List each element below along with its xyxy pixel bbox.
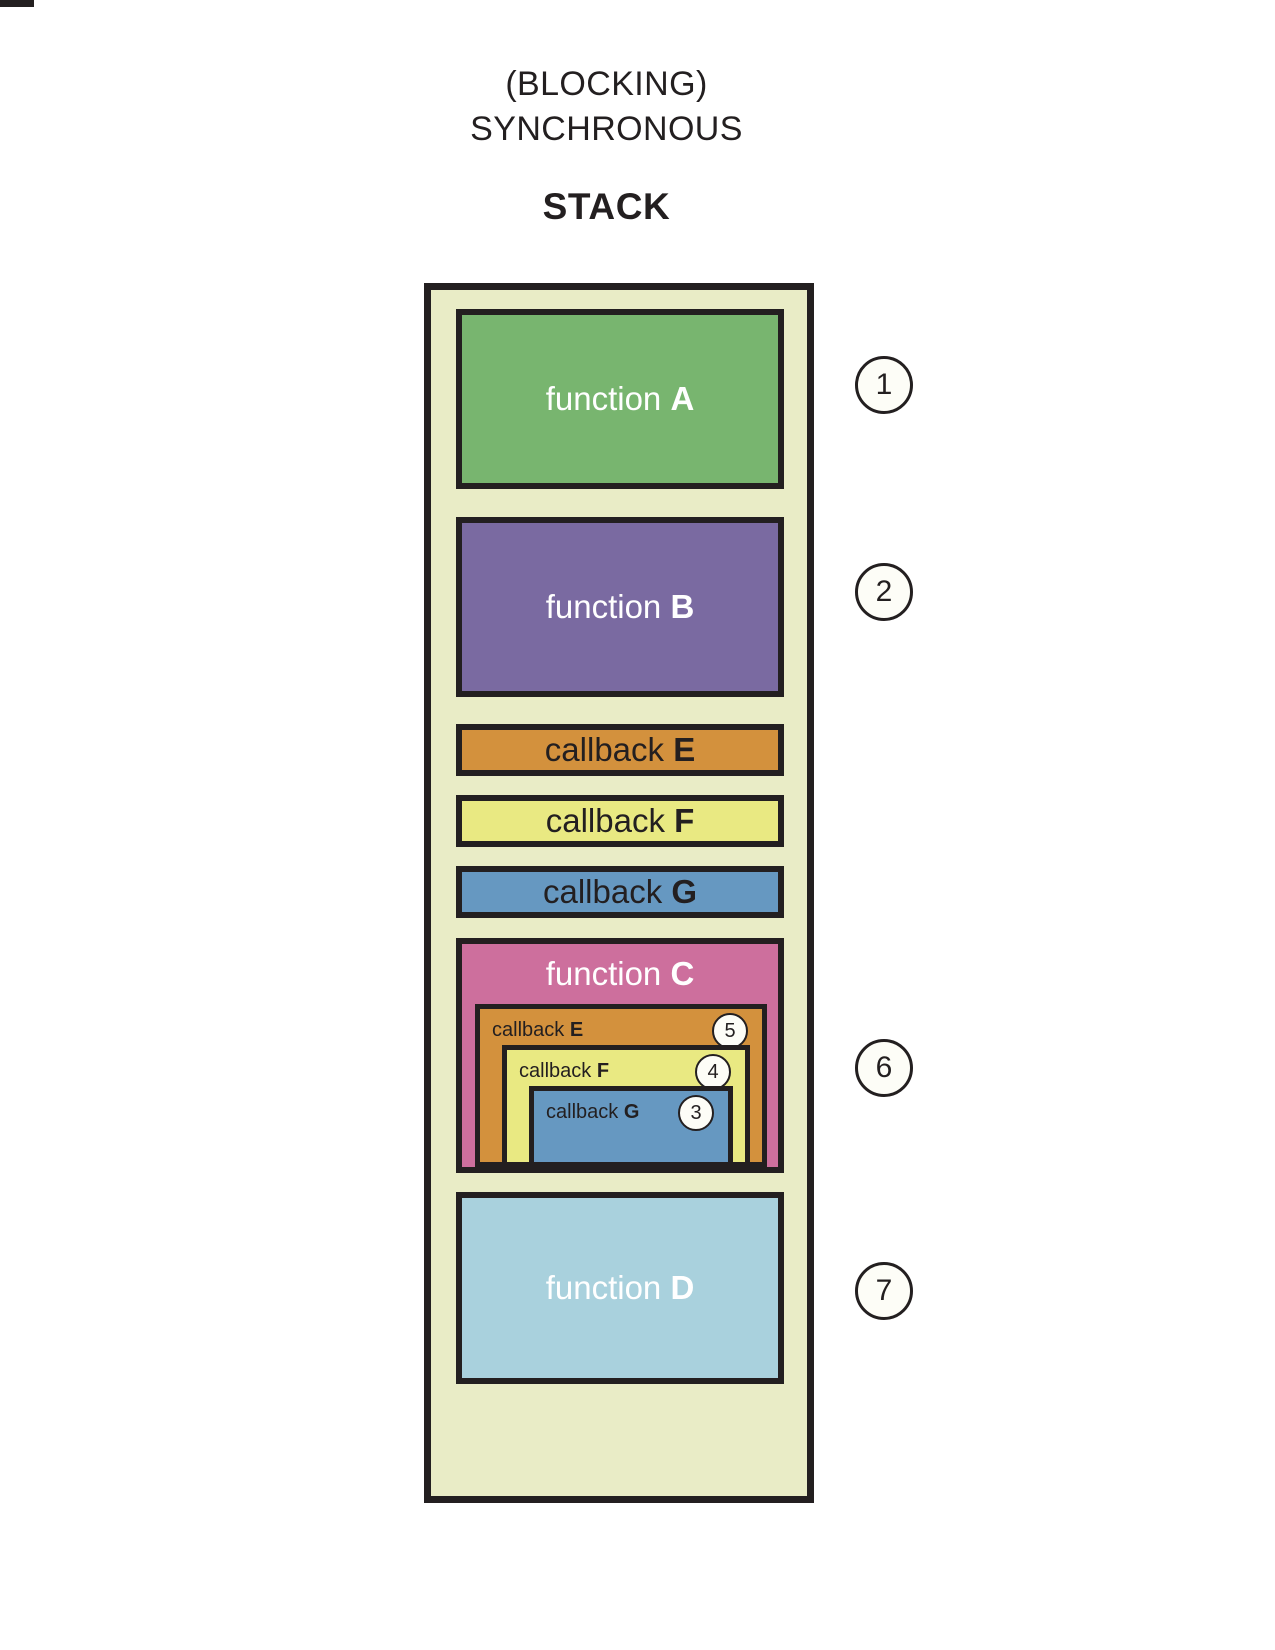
step-number-2: 2 xyxy=(855,563,913,621)
heading-line-2: SYNCHRONOUS xyxy=(470,110,743,148)
nested-callback-f[interactable]: callback F 4 callback G 3 xyxy=(502,1045,750,1167)
nested-callback-e[interactable]: callback E 5 callback F 4 callback G 3 xyxy=(475,1004,767,1167)
stack-container: function A function B callback E callbac… xyxy=(424,283,814,1503)
function-b-label: function B xyxy=(545,588,695,625)
nested-callback-g-label: callback G xyxy=(546,1101,640,1123)
stack-frame-callback-g[interactable]: callback G xyxy=(456,866,784,918)
nested-callback-g[interactable]: callback G 3 xyxy=(529,1086,733,1167)
nested-callback-e-label: callback E xyxy=(492,1019,584,1041)
stack-frame-callback-e[interactable]: callback E xyxy=(456,724,784,776)
function-c-label: function C xyxy=(545,955,695,992)
function-d-label: function D xyxy=(545,1269,695,1306)
step-number-6: 6 xyxy=(855,1039,913,1097)
page-title: STACK xyxy=(542,186,671,227)
callback-g-label: callback G xyxy=(542,873,698,910)
step-number-7: 7 xyxy=(855,1262,913,1320)
heading-line-1: (BLOCKING) xyxy=(505,65,708,103)
stack-frame-function-b[interactable]: function B xyxy=(456,517,784,697)
function-a-label: function A xyxy=(545,380,695,417)
callback-f-label: callback F xyxy=(545,802,695,839)
nested-callback-f-label: callback F xyxy=(519,1060,610,1082)
step-number-5: 5 xyxy=(712,1013,748,1049)
step-number-3: 3 xyxy=(678,1095,714,1131)
stack-frame-function-c[interactable]: function C callback E 5 callback F 4 cal… xyxy=(456,938,784,1173)
scan-artifact-mark xyxy=(0,0,34,7)
step-number-4: 4 xyxy=(695,1054,731,1090)
stack-inner: function A function B callback E callbac… xyxy=(431,290,807,1496)
stack-frame-function-a[interactable]: function A xyxy=(456,309,784,489)
diagram-heading: (BLOCKING) SYNCHRONOUS xyxy=(0,62,1213,152)
stack-frame-function-d[interactable]: function D xyxy=(456,1192,784,1384)
stack-frame-callback-f[interactable]: callback F xyxy=(456,795,784,847)
callback-e-label: callback E xyxy=(544,731,696,768)
step-number-1: 1 xyxy=(855,356,913,414)
